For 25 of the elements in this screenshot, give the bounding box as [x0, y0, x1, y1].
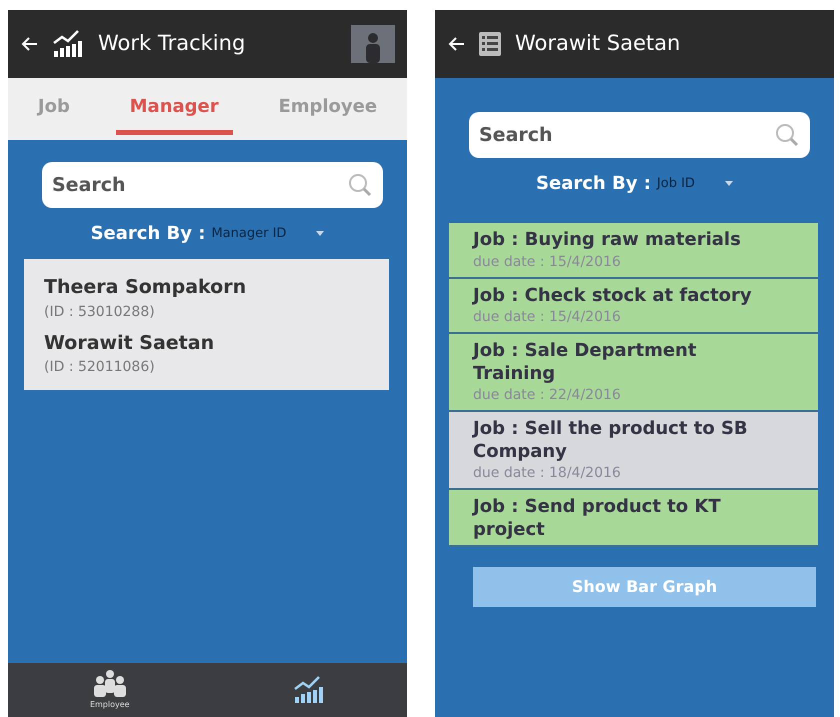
chart-icon: [52, 29, 84, 59]
search-field[interactable]: Search: [42, 162, 383, 208]
photo-placeholder: [351, 25, 395, 63]
person-id: (ID : 53010288): [44, 302, 156, 322]
screen-title: Worawit Saetan: [515, 30, 680, 58]
job-item[interactable]: Job : Check stock at factory due date : 15/4/2016: [449, 278, 818, 334]
person-id: (ID : 52011086): [44, 358, 156, 377]
search-by-label: Search By :: [536, 172, 651, 196]
list-icon: [479, 32, 501, 56]
job-item[interactable]: Job : Buying raw materials due date : 15/4/2016: [449, 223, 818, 278]
search-icon: [774, 122, 800, 148]
job-item[interactable]: Job : Sell the product to SB Company due date : 18/4/2016: [449, 412, 818, 490]
screen-title: Work Tracking: [98, 30, 246, 58]
search-field[interactable]: Search: [469, 112, 810, 158]
job-item[interactable]: Job : Send product to KT project: [449, 490, 818, 547]
person-name[interactable]: Worawit Saetan: [44, 328, 369, 357]
job-item[interactable]: Job : Sale Department Training due date : 22/4/2016: [449, 334, 818, 412]
employee-nav-item[interactable]: Employee: [84, 668, 136, 712]
person-name[interactable]: Theera Sompakorn: [44, 273, 369, 302]
back-arrow-icon[interactable]: [447, 36, 465, 52]
caret-icon[interactable]: [724, 181, 733, 186]
caret-icon[interactable]: [316, 231, 324, 236]
search-icon: [347, 172, 373, 198]
search-by-label: Search By :: [90, 222, 206, 246]
back-arrow-icon[interactable]: [20, 36, 38, 52]
